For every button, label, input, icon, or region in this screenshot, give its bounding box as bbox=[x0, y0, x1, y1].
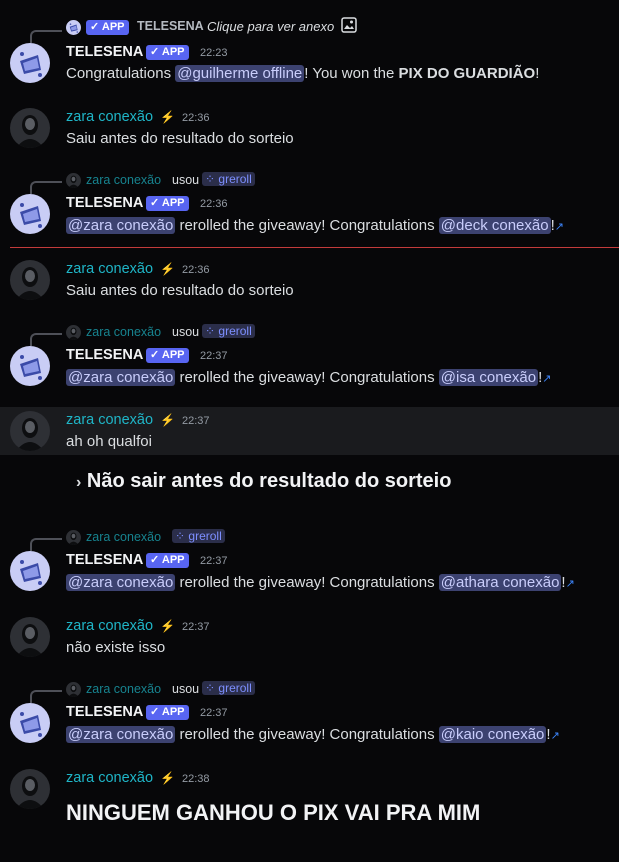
timestamp[interactable]: 22:38 bbox=[182, 773, 210, 785]
user-mention[interactable]: @zara conexão bbox=[66, 369, 176, 386]
boost-icon: ⚡ bbox=[160, 771, 175, 785]
reply-author[interactable]: zara conexão bbox=[86, 173, 161, 187]
author-name[interactable]: TELESENA bbox=[66, 44, 143, 60]
reply-avatar[interactable] bbox=[66, 20, 81, 35]
command-chip[interactable]: ⁘ greroll bbox=[172, 529, 225, 543]
command-chip[interactable]: ⁘ greroll bbox=[202, 172, 255, 186]
timestamp[interactable]: 22:36 bbox=[182, 264, 210, 276]
author-name[interactable]: TELESENA bbox=[66, 347, 143, 363]
boost-icon: ⚡ bbox=[160, 110, 175, 124]
reply-author[interactable]: zara conexão bbox=[86, 325, 161, 339]
command-icon: ⁘ bbox=[205, 324, 216, 338]
timestamp[interactable]: 22:36 bbox=[200, 198, 228, 210]
user-mention[interactable]: @deck conexão bbox=[438, 217, 551, 234]
reply-attachment-text[interactable]: Clique para ver anexo bbox=[207, 19, 334, 34]
author-name[interactable]: TELESENA bbox=[66, 552, 143, 568]
app-badge: ✓ APP bbox=[146, 196, 189, 211]
reply-author[interactable]: TELESENA bbox=[137, 19, 204, 33]
boost-icon: ⚡ bbox=[160, 262, 175, 276]
command-chip[interactable]: ⁘ greroll bbox=[202, 681, 255, 695]
reply-avatar[interactable] bbox=[66, 530, 81, 545]
message-content: ah oh qualfoi bbox=[66, 433, 152, 450]
app-badge: ✓ APP bbox=[146, 45, 189, 60]
user-mention[interactable]: @zara conexão bbox=[66, 217, 176, 234]
user-mention[interactable]: @isa conexão bbox=[438, 369, 539, 386]
reply-connector bbox=[30, 333, 62, 346]
user-avatar[interactable] bbox=[10, 617, 50, 657]
user-avatar[interactable] bbox=[10, 769, 50, 809]
external-link-icon[interactable]: ↗ bbox=[542, 373, 551, 385]
app-badge: ✓ APP bbox=[146, 553, 189, 568]
timestamp[interactable]: 22:37 bbox=[200, 707, 228, 719]
new-messages-divider bbox=[10, 247, 619, 248]
user-avatar[interactable] bbox=[10, 411, 50, 451]
reply-connector bbox=[30, 30, 62, 43]
author-name[interactable]: zara conexão bbox=[66, 618, 153, 634]
user-mention[interactable]: @athara conexão bbox=[438, 574, 562, 591]
timestamp[interactable]: 22:37 bbox=[200, 555, 228, 567]
author-name[interactable]: zara conexão bbox=[66, 261, 153, 277]
bot-avatar[interactable] bbox=[10, 194, 50, 234]
user-avatar[interactable] bbox=[10, 108, 50, 148]
command-icon: ⁘ bbox=[175, 529, 186, 543]
external-link-icon[interactable]: ↗ bbox=[566, 578, 575, 590]
reply-author[interactable]: zara conexão bbox=[86, 682, 161, 696]
external-link-icon[interactable]: ↗ bbox=[555, 221, 564, 233]
user-mention[interactable]: @guilherme offline bbox=[175, 65, 305, 82]
bot-avatar[interactable] bbox=[10, 346, 50, 386]
author-name[interactable]: zara conexão bbox=[66, 109, 153, 125]
message-content: @zara conexão rerolled the giveaway! Con… bbox=[66, 574, 575, 591]
author-name[interactable]: zara conexão bbox=[66, 412, 153, 428]
command-icon: ⁘ bbox=[205, 172, 216, 186]
timestamp[interactable]: 22:36 bbox=[182, 112, 210, 124]
bot-avatar[interactable] bbox=[10, 43, 50, 83]
message-content: @zara conexão rerolled the giveaway! Con… bbox=[66, 217, 564, 234]
reply-used-text: usou bbox=[172, 682, 200, 696]
author-name[interactable]: zara conexão bbox=[66, 770, 153, 786]
app-badge: ✓ APP bbox=[146, 348, 189, 363]
reply-avatar[interactable] bbox=[66, 325, 81, 340]
external-link-icon[interactable]: ↗ bbox=[551, 730, 560, 742]
command-icon: ⁘ bbox=[205, 681, 216, 695]
chevron-right-icon: › bbox=[76, 474, 82, 491]
bot-avatar[interactable] bbox=[10, 551, 50, 591]
message-content: não existe isso bbox=[66, 639, 166, 656]
boost-icon: ⚡ bbox=[160, 619, 175, 633]
user-mention[interactable]: @zara conexão bbox=[66, 574, 176, 591]
author-name[interactable]: TELESENA bbox=[66, 195, 143, 211]
reply-connector bbox=[30, 538, 62, 551]
user-avatar[interactable] bbox=[10, 260, 50, 300]
message-content: Congratulations @guilherme offline! You … bbox=[66, 65, 540, 82]
reply-avatar[interactable] bbox=[66, 682, 81, 697]
message-content: @zara conexão rerolled the giveaway! Con… bbox=[66, 726, 560, 743]
app-badge: ✓ APP bbox=[146, 705, 189, 720]
timestamp[interactable]: 22:37 bbox=[200, 350, 228, 362]
bot-avatar[interactable] bbox=[10, 703, 50, 743]
reply-avatar[interactable] bbox=[66, 173, 81, 188]
reply-connector bbox=[30, 690, 62, 703]
message-content: Saiu antes do resultado do sorteio bbox=[66, 130, 294, 147]
message-content: @zara conexão rerolled the giveaway! Con… bbox=[66, 369, 552, 386]
reply-author[interactable]: zara conexão bbox=[86, 530, 161, 544]
user-mention[interactable]: @kaio conexão bbox=[438, 726, 547, 743]
message-heading: › Não sair antes do resultado do sorteio bbox=[76, 470, 452, 492]
message-content: Saiu antes do resultado do sorteio bbox=[66, 282, 294, 299]
reply-used-text: usou bbox=[172, 325, 200, 339]
timestamp[interactable]: 22:37 bbox=[182, 415, 210, 427]
reply-connector bbox=[30, 181, 62, 194]
timestamp[interactable]: 22:23 bbox=[200, 47, 228, 59]
timestamp[interactable]: 22:37 bbox=[182, 621, 210, 633]
image-icon bbox=[341, 17, 357, 33]
reply-app-badge: ✓ APP bbox=[86, 20, 129, 35]
command-chip[interactable]: ⁘ greroll bbox=[202, 324, 255, 338]
author-name[interactable]: TELESENA bbox=[66, 704, 143, 720]
reply-used-text: usou bbox=[172, 173, 200, 187]
message-heading: NINGUEM GANHOU O PIX VAI PRA MIM bbox=[66, 800, 481, 825]
user-mention[interactable]: @zara conexão bbox=[66, 726, 176, 743]
boost-icon: ⚡ bbox=[160, 413, 175, 427]
